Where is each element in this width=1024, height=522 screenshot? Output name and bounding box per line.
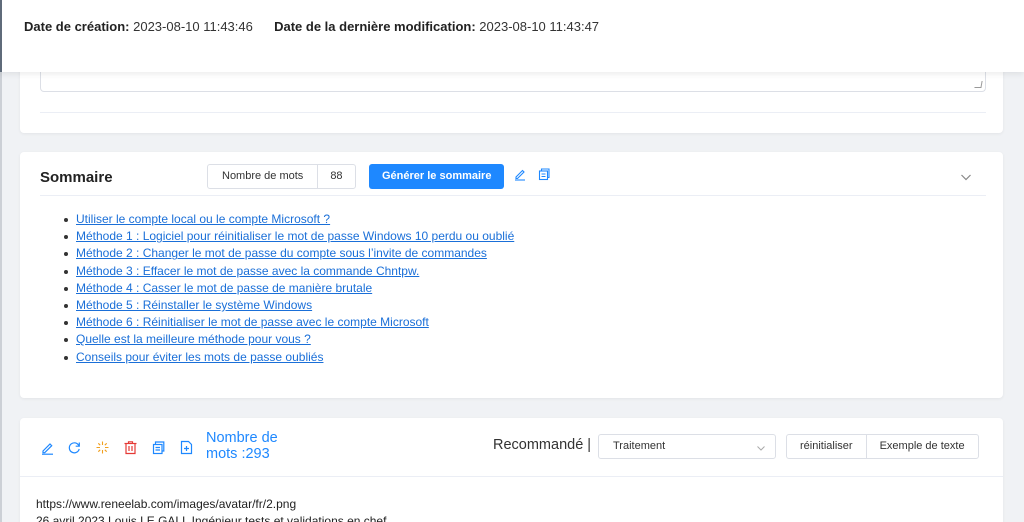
created-label: Date de création:: [24, 19, 130, 34]
refresh-icon[interactable]: [67, 440, 82, 455]
list-item: Méthode 4 : Casser le mot de passe de ma…: [62, 280, 514, 297]
delete-icon[interactable]: [123, 440, 138, 455]
word-count-label: Nombre de mots: [208, 165, 319, 188]
recommended-label: Recommandé |: [493, 437, 592, 453]
modified-value: 2023-08-10 11:43:47: [479, 19, 600, 34]
summary-link[interactable]: Méthode 6 : Réinitialiser le mot de pass…: [76, 315, 429, 329]
word-count-line2: mots :293: [206, 446, 270, 462]
modified-label: Date de la dernière modification:: [274, 19, 476, 34]
created-value: 2023-08-10 11:43:46: [133, 19, 253, 34]
divider: [40, 112, 986, 113]
summary-link[interactable]: Utiliser le compte local ou le compte Mi…: [76, 212, 330, 226]
resize-handle[interactable]: [974, 81, 983, 88]
page-header: Date de création: 2023-08-10 11:43:46 Da…: [0, 0, 1024, 72]
example-text-button[interactable]: Exemple de texte: [865, 435, 978, 458]
summary-word-count: Nombre de mots 88: [207, 164, 356, 189]
list-item: Conseils pour éviter les mots de passe o…: [62, 349, 514, 366]
reset-button[interactable]: réinitialiser: [787, 435, 866, 458]
content-line: https://www.reneelab.com/images/avatar/f…: [36, 497, 297, 511]
copy-icon[interactable]: [537, 167, 551, 181]
summary-list: Utiliser le compte local ou le compte Mi…: [62, 211, 514, 366]
list-item: Méthode 6 : Réinitialiser le mot de pass…: [62, 314, 514, 331]
list-item: Méthode 1 : Logiciel pour réinitialiser …: [62, 228, 514, 245]
treatment-select[interactable]: Traitement: [598, 434, 776, 459]
word-count-value[interactable]: 88: [318, 165, 354, 188]
summary-link[interactable]: Méthode 3 : Effacer le mot de passe avec…: [76, 264, 419, 278]
copy-icon[interactable]: [151, 440, 166, 455]
add-file-icon[interactable]: [179, 440, 194, 455]
edit-icon[interactable]: [40, 440, 55, 455]
editor-content[interactable]: https://www.reneelab.com/images/avatar/f…: [36, 496, 386, 522]
summary-link[interactable]: Méthode 5 : Réinstaller le système Windo…: [76, 298, 312, 312]
content-line: 26 avril 2023 Louis LE GALL Ingénieur te…: [36, 514, 387, 522]
generate-summary-button[interactable]: Générer le sommaire: [369, 164, 505, 189]
chevron-down-icon[interactable]: [959, 170, 973, 184]
summary-card: Sommaire Nombre de mots 88 Générer le so…: [20, 152, 1003, 398]
summary-link[interactable]: Quelle est la meilleure méthode pour vou…: [76, 332, 311, 346]
list-item: Méthode 3 : Effacer le mot de passe avec…: [62, 263, 514, 280]
list-item: Quelle est la meilleure méthode pour vou…: [62, 331, 514, 348]
select-value: Traitement: [613, 440, 666, 452]
list-item: Méthode 2 : Changer le mot de passe du c…: [62, 245, 514, 262]
list-item: Utiliser le compte local ou le compte Mi…: [62, 211, 514, 228]
divider: [20, 476, 1003, 477]
chevron-down-icon: [755, 440, 767, 452]
editor-card: Nombre de mots :293 Recommandé | Traitem…: [20, 418, 1003, 522]
list-item: Méthode 5 : Réinstaller le système Windo…: [62, 297, 514, 314]
editor-word-count: Nombre de mots :293: [206, 430, 296, 462]
date-meta: Date de création: 2023-08-10 11:43:46 Da…: [24, 19, 599, 34]
divider: [40, 195, 986, 196]
summary-link[interactable]: Méthode 4 : Casser le mot de passe de ma…: [76, 281, 372, 295]
summary-link[interactable]: Méthode 1 : Logiciel pour réinitialiser …: [76, 229, 514, 243]
summary-link[interactable]: Conseils pour éviter les mots de passe o…: [76, 350, 323, 364]
summary-link[interactable]: Méthode 2 : Changer le mot de passe du c…: [76, 246, 487, 260]
summary-title: Sommaire: [40, 169, 113, 186]
left-edge-line: [0, 72, 2, 522]
word-count-line1: Nombre de: [206, 430, 278, 446]
edit-icon[interactable]: [513, 167, 527, 181]
sparkle-icon[interactable]: [95, 440, 110, 455]
editor-button-group: réinitialiser Exemple de texte: [786, 434, 979, 459]
